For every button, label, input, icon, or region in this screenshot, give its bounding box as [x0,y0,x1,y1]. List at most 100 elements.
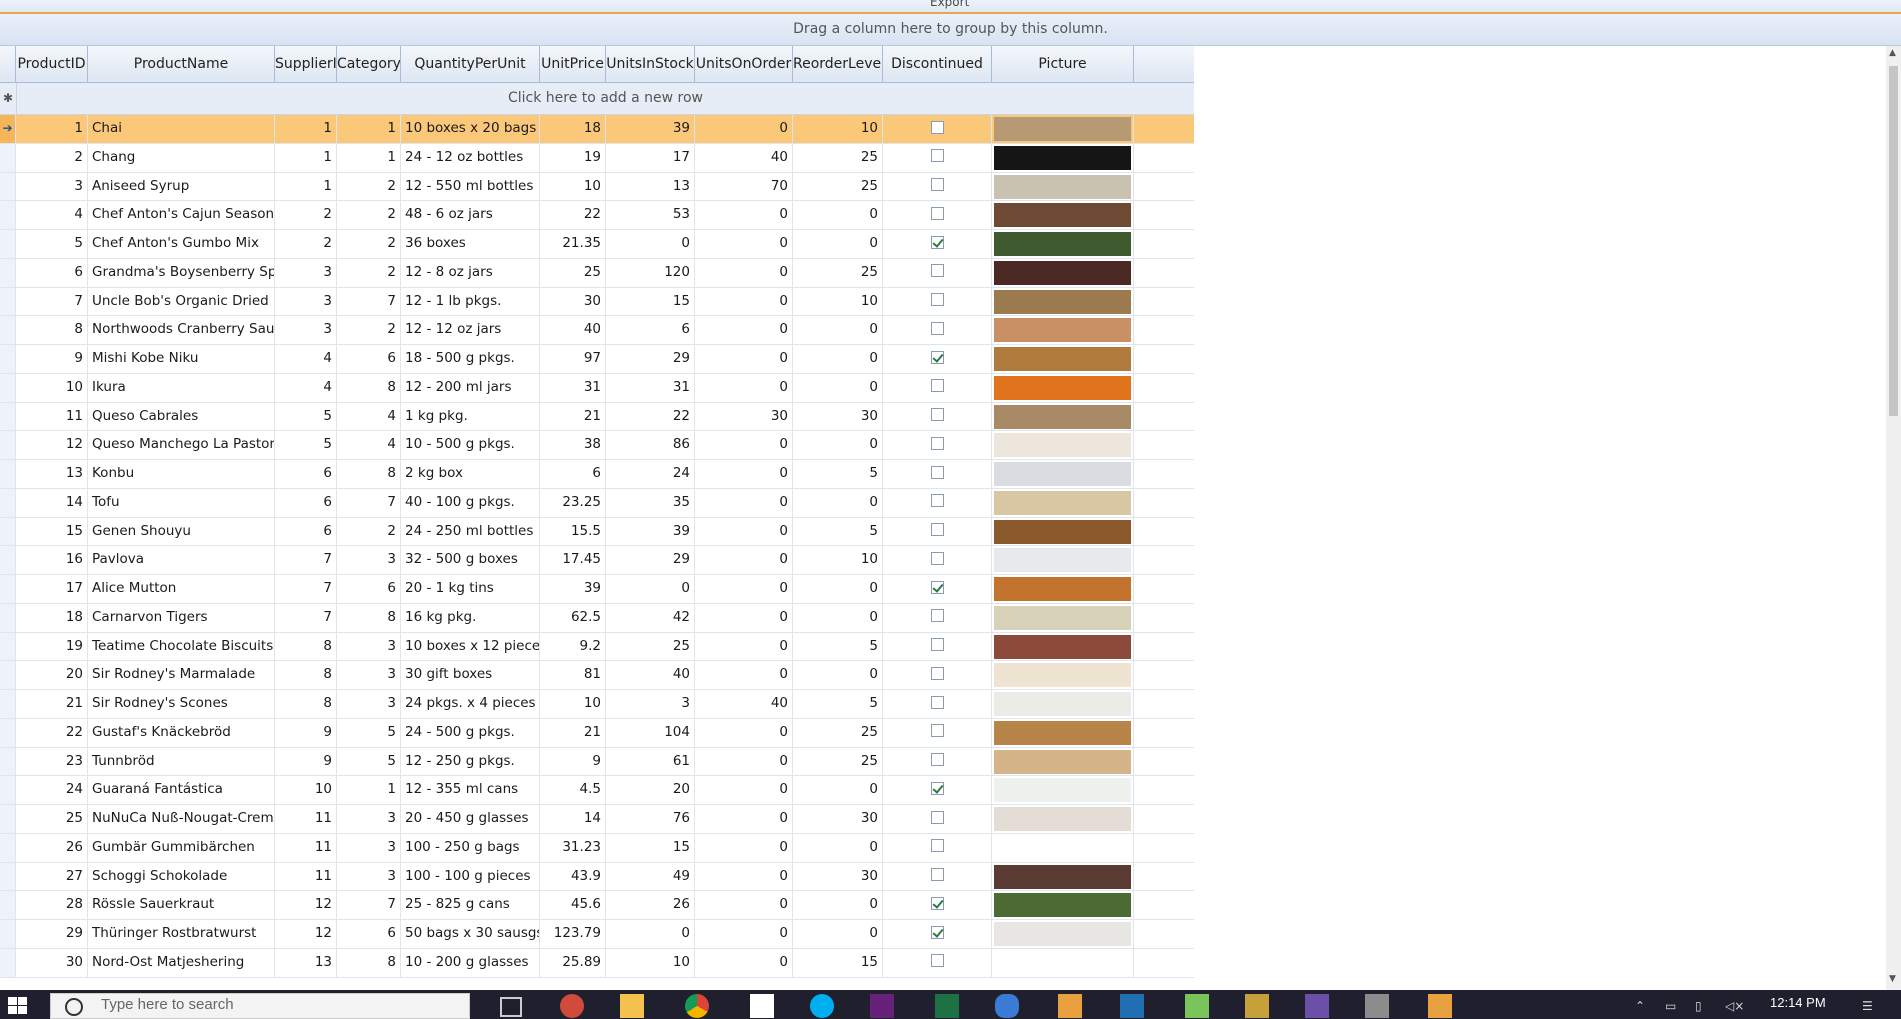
cell-productname[interactable]: NuNuCa Nuß-Nougat-Creme [88,805,275,833]
cell-reorderlevel[interactable]: 0 [793,920,883,948]
cell-unitprice[interactable]: 10 [540,690,606,718]
cell-picture[interactable] [992,603,1134,632]
table-row[interactable]: 16 Pavlova 7 3 32 - 500 g boxes 17.45 29 0 10 [0,546,1194,575]
cell-productid[interactable]: 26 [16,833,88,862]
cell-unitsinstock[interactable]: 42 [606,603,695,632]
cell-discontinued[interactable] [883,603,992,632]
discontinued-checkbox[interactable] [930,695,944,709]
cell-quantityperunit[interactable]: 10 - 500 g pkgs. [401,431,540,459]
cell-unitsinstock[interactable]: 25 [606,632,695,661]
table-row[interactable]: 17 Alice Mutton 7 6 20 - 1 kg tins 39 0 0 0 [0,575,1194,604]
cell-unitsonorder[interactable]: 0 [695,632,793,661]
cell-productid[interactable]: 8 [16,316,88,344]
cell-discontinued[interactable] [883,805,992,833]
volume-muted-icon[interactable]: ◁× [1725,999,1744,1013]
cell-categoryid[interactable]: 3 [337,661,401,689]
cell-unitsonorder[interactable]: 0 [695,345,793,373]
cell-supplierid[interactable]: 8 [275,690,337,718]
cell-reorderlevel[interactable]: 0 [793,661,883,689]
cell-unitsinstock[interactable]: 0 [606,575,695,603]
cell-quantityperunit[interactable]: 30 gift boxes [401,661,540,689]
table-row[interactable]: 28 Rössle Sauerkraut 12 7 25 - 825 g cans 45.… [0,891,1194,920]
cell-supplierid[interactable]: 8 [275,632,337,661]
cell-unitsonorder[interactable]: 0 [695,201,793,229]
table-row[interactable]: 30 Nord-Ost Matjeshering 13 8 10 - 200 g gla… [0,948,1194,978]
cell-discontinued[interactable] [883,747,992,776]
cell-discontinued[interactable] [883,143,992,172]
cell-unitprice[interactable]: 21.35 [540,230,606,258]
cell-productname[interactable]: Teatime Chocolate Biscuits [88,632,275,661]
table-row[interactable]: 7Uncle Bob's Organic Dried Pears3712 - 1… [0,287,1194,317]
cell-discontinued[interactable] [883,287,992,316]
cell-unitsinstock[interactable]: 15 [606,833,695,862]
cell-unitsonorder[interactable]: 0 [695,546,793,574]
vertical-scrollbar[interactable]: ▲ ▼ [1886,46,1901,990]
discontinued-checkbox[interactable] [930,580,944,594]
cell-productid[interactable]: 13 [16,460,88,488]
cell-unitprice[interactable]: 123.79 [540,920,606,948]
cell-unitsonorder[interactable]: 0 [695,920,793,948]
cell-categoryid[interactable]: 1 [337,776,401,804]
cell-unitsonorder[interactable]: 0 [695,287,793,316]
cell-picture[interactable] [992,460,1134,488]
cell-unitsinstock[interactable]: 35 [606,488,695,517]
cell-unitsinstock[interactable]: 104 [606,718,695,747]
cell-reorderlevel[interactable]: 10 [793,546,883,574]
table-row[interactable]: ➔ 1 Chai 1 1 10 boxes x 20 bags 18 39 0 10 [0,115,1194,144]
cell-reorderlevel[interactable]: 30 [793,805,883,833]
cell-unitsinstock[interactable]: 76 [606,805,695,833]
cell-categoryid[interactable]: 2 [337,517,401,546]
cell-supplierid[interactable]: 1 [275,143,337,172]
row-indicator[interactable] [0,920,16,948]
document-app-icon[interactable] [750,994,774,1018]
cell-productname[interactable]: Northwoods Cranberry Sauce [88,316,275,344]
cell-productname[interactable]: Grandma's Boysenberry Spread [88,258,275,287]
table-row[interactable]: 3 Aniseed Syrup 1 2 12 - 550 ml bottles 10 13 7… [0,172,1194,202]
discontinued-checkbox[interactable] [930,235,944,249]
cell-productid[interactable]: 14 [16,488,88,517]
cell-productname[interactable]: Chef Anton's Cajun Seasoning [88,201,275,229]
cell-categoryid[interactable]: 3 [337,805,401,833]
cell-picture[interactable] [992,718,1134,747]
discontinued-checkbox[interactable] [930,408,944,421]
network-app-icon[interactable] [995,994,1019,1018]
cell-quantityperunit[interactable]: 24 pkgs. x 4 pieces [401,690,540,718]
cell-discontinued[interactable] [883,546,992,574]
cell-unitsinstock[interactable]: 86 [606,431,695,459]
cell-productid[interactable]: 29 [16,920,88,948]
cell-productname[interactable]: Pavlova [88,546,275,574]
cell-unitsinstock[interactable]: 120 [606,258,695,287]
cell-unitsonorder[interactable]: 0 [695,258,793,287]
cell-productname[interactable]: Genen Shouyu [88,517,275,546]
cell-reorderlevel[interactable]: 0 [793,575,883,603]
header-supplierid[interactable]: SupplierID [275,46,337,82]
cell-discontinued[interactable] [883,575,992,603]
cell-categoryid[interactable]: 3 [337,690,401,718]
header-unitsonorder[interactable]: UnitsOnOrder [695,46,793,82]
cell-unitprice[interactable]: 17.45 [540,546,606,574]
cell-supplierid[interactable]: 6 [275,460,337,488]
cell-supplierid[interactable]: 10 [275,776,337,804]
cell-supplierid[interactable]: 9 [275,747,337,776]
cell-discontinued[interactable] [883,345,992,373]
cell-unitprice[interactable]: 81 [540,661,606,689]
cell-unitsonorder[interactable]: 40 [695,690,793,718]
cell-picture[interactable] [992,488,1134,517]
row-indicator[interactable] [0,316,16,344]
cell-unitprice[interactable]: 22 [540,201,606,229]
cell-quantityperunit[interactable]: 12 - 8 oz jars [401,258,540,287]
discontinued-checkbox[interactable] [930,666,944,680]
discontinued-checkbox[interactable] [930,264,944,278]
cell-supplierid[interactable]: 4 [275,373,337,402]
header-quantityperunit[interactable]: QuantityPerUnit [401,46,540,82]
cell-categoryid[interactable]: 8 [337,373,401,402]
cell-unitprice[interactable]: 25.89 [540,948,606,977]
cell-unitsonorder[interactable]: 0 [695,316,793,344]
header-productname[interactable]: ProductName [88,46,275,82]
cell-unitsinstock[interactable]: 40 [606,661,695,689]
cell-picture[interactable] [992,143,1134,172]
cell-unitsonorder[interactable]: 70 [695,172,793,201]
cell-reorderlevel[interactable]: 30 [793,862,883,891]
cell-unitprice[interactable]: 15.5 [540,517,606,546]
cell-unitsonorder[interactable]: 0 [695,805,793,833]
